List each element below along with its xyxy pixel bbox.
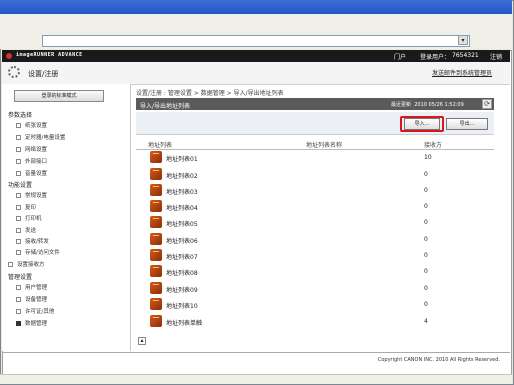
address-book-icon [150,233,162,245]
table-row-count: 0 [424,268,428,275]
address-book-icon [150,315,162,327]
sidebar-item-external-interface[interactable]: 外部接口 [16,157,47,165]
refresh-icon[interactable]: ⟳ [482,99,492,109]
sidebar-bullet-icon [16,297,21,302]
table-row-count: 0 [424,187,428,194]
sidebar-item-set-destination[interactable]: 设置接收方 [8,260,45,268]
table-row-count: 0 [424,203,428,210]
column-header-list-name: 地址列表名称 [306,142,343,149]
column-header-address-list: 地址列表 [148,142,173,149]
sidebar-bullet-icon [16,147,21,152]
table-row-count: 0 [424,219,428,226]
table-row-count: 4 [424,318,428,325]
sidebar-item-receive-forward[interactable]: 接收/转发 [16,237,49,245]
sidebar-bullet-icon [16,239,21,244]
table-row-count: 0 [424,252,428,259]
table-row-name[interactable]: 地址列表01 [166,154,198,163]
browser-menu-bar [0,14,512,33]
table-row-name[interactable]: 地址列表08 [166,268,198,277]
address-book-icon [150,200,162,212]
sidebar-bullet-icon [16,205,21,210]
table-row-name[interactable]: 地址列表04 [166,203,198,212]
login-user-value: 7654321 [452,52,479,59]
address-book-icon [150,168,162,180]
import-highlight-frame [400,116,444,132]
table-row-count: 0 [424,171,428,178]
address-book-icon [150,298,162,310]
address-input[interactable] [42,35,470,47]
sidebar-bullet-icon [16,321,21,326]
sidebar-bullet-icon [16,216,21,221]
sidebar-item-timer-settings[interactable]: 定时器/电量设置 [16,133,65,141]
table-row-name[interactable]: 地址列表09 [166,285,198,294]
sidebar-bullet-icon [16,228,21,233]
sidebar-item-volume-settings[interactable]: 音量设置 [16,169,47,177]
address-book-icon [150,184,162,196]
sidebar-item-network-settings[interactable]: 网络设置 [16,145,47,153]
table-row-name[interactable]: 地址列表06 [166,236,198,245]
sidebar-item-copy[interactable]: 复印 [16,203,36,211]
column-header-destinations: 接收方 [424,142,443,149]
address-book-icon [150,249,162,261]
sidebar-bullet-icon [8,262,13,267]
sidebar-item-device-management[interactable]: 设备管理 [16,295,47,303]
table-row-name[interactable]: 地址列表02 [166,171,198,180]
sidebar-bullet-icon [16,193,21,198]
settings-gear-icon [8,66,20,78]
table-row-count: 0 [424,301,428,308]
table-header-divider [136,149,494,150]
copyright: Copyright CANON INC. 2010 All Rights Res… [377,357,500,363]
page-title: 设置/注册 [28,70,59,78]
sidebar-item-send[interactable]: 发送 [16,226,36,234]
sidebar-bullet-icon [16,135,21,140]
panel-title: 导入/导出地址列表 [140,103,191,110]
panel-header: 导入/导出地址列表 最近更新 2010 05/26 1:52:09 [136,98,494,110]
sidebar-item-paper-settings[interactable]: 纸张设置 [16,121,47,129]
address-dropdown-button[interactable]: ▾ [458,35,468,45]
browser-status-bar [0,374,512,384]
canon-logo-icon [6,53,12,59]
sidebar-bullet-icon [16,309,21,314]
footer-divider [2,352,510,353]
last-updated: 最近更新 2010 05/26 1:52:09 [391,102,464,108]
table-row-count: 0 [424,285,428,292]
send-email-to-admin-link[interactable]: 发送邮件到系统管理员 [432,68,492,77]
sidebar-bullet-icon [16,171,21,176]
table-row-name[interactable]: 地址列表单触 [166,318,202,327]
browser-title-bar [0,0,512,14]
sidebar-bullet-icon [16,123,21,128]
sidebar-item-printer[interactable]: 打印机 [16,214,42,222]
table-row-name[interactable]: 地址列表10 [166,301,198,310]
sidebar-section-preferences: 参数选择 [8,112,33,119]
standard-mode-button[interactable]: 登录的标准模式 [14,90,104,102]
address-book-icon [150,151,162,163]
table-row-count: 0 [424,236,428,243]
sidebar-item-data-management[interactable]: 数据管理 [16,319,47,327]
sidebar-item-common-settings[interactable]: 常规设置 [16,191,47,199]
table-row-name[interactable]: 地址列表03 [166,187,198,196]
export-button[interactable]: 导出... [446,118,488,130]
brand-name: imageRUNNER ADVANCE [16,52,83,58]
table-row-name[interactable]: 地址列表05 [166,219,198,228]
address-book-icon [150,265,162,277]
address-book-icon [150,216,162,228]
sidebar-bullet-icon [16,159,21,164]
sidebar-section-function-settings: 功能设置 [8,182,33,189]
sidebar-section-management-settings: 管理设置 [8,274,33,281]
portal-link[interactable]: 门户 [394,52,406,61]
sidebar-bullet-icon [16,285,21,290]
sidebar-item-user-management[interactable]: 用户管理 [16,283,47,291]
scroll-top-icon[interactable]: ▴ [138,337,146,345]
logout-link[interactable]: 注销 [490,52,502,61]
table-row-count: 10 [424,154,432,161]
sidebar-bullet-icon [16,250,21,255]
table-row-name[interactable]: 地址列表07 [166,252,198,261]
login-user-label: 登录用户： [420,54,451,61]
breadcrumb: 设置/注册 : 管理设置 > 数据管理 > 导入/导出地址列表 [136,90,284,97]
sidebar-item-license-other[interactable]: 许可证/其他 [16,307,54,315]
sidebar-item-store-access-files[interactable]: 存储/访问文件 [16,248,60,256]
address-book-icon [150,282,162,294]
